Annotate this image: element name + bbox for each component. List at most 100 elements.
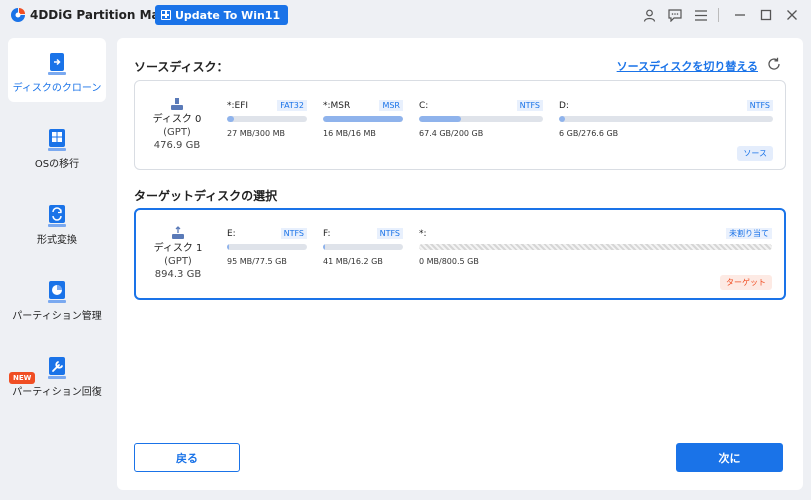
menu-icon: [695, 9, 707, 21]
maximize-icon: [760, 9, 772, 21]
update-to-win11-button[interactable]: Update To Win11: [155, 5, 289, 25]
source-disk-card: ディスク 0 (GPT) 476.9 GB *:EFI FAT32 27 MB/…: [134, 80, 786, 170]
partition-f[interactable]: F: NTFS 41 MB/16.2 GB: [323, 228, 403, 269]
disk-size: 476.9 GB: [153, 140, 201, 151]
sidebar-item-partition-recovery[interactable]: パーティション回復: [8, 342, 106, 406]
partition-c[interactable]: C: NTFS 67.4 GB/200 GB: [419, 100, 543, 141]
sidebar-item-format-convert[interactable]: 形式変換: [8, 190, 106, 254]
window-controls: [634, 5, 803, 25]
partition-name: C:: [419, 101, 429, 111]
refresh-icon[interactable]: [767, 57, 781, 71]
disk-type: (GPT): [164, 256, 192, 267]
partition-size: 95 MB/77.5 GB: [227, 257, 287, 266]
partition-size: 0 MB/800.5 GB: [419, 257, 479, 266]
sidebar-item-label: 形式変換: [37, 235, 77, 246]
source-tag: ソース: [737, 146, 773, 161]
partition-manage-icon: [48, 281, 66, 303]
sidebar-item-label: パーティション回復: [12, 387, 102, 398]
sidebar: ディスクのクローン OSの移行 形式変換 パーティション管理 NEW パーティシ…: [0, 30, 112, 500]
filesystem-badge: NTFS: [376, 228, 403, 239]
maximize-button[interactable]: [755, 5, 777, 25]
sidebar-item-partition-manage[interactable]: パーティション管理: [8, 266, 106, 330]
sidebar-item-label: ディスクのクローン: [12, 83, 102, 94]
app-logo-icon: [11, 8, 25, 22]
filesystem-badge: NTFS: [516, 100, 543, 111]
controls-divider: [718, 8, 719, 22]
feedback-button[interactable]: [664, 5, 686, 25]
title-bar: 4DDiG Partition Manager Update To Win11: [0, 0, 811, 30]
partition-size: 41 MB/16.2 GB: [323, 257, 383, 266]
partition-name: *:MSR: [323, 101, 351, 111]
filesystem-badge: FAT32: [277, 100, 307, 111]
usage-fill: [323, 244, 326, 250]
target-disk-info: ディスク 1 (GPT) 894.3 GB: [146, 226, 210, 281]
sidebar-item-label: パーティション管理: [12, 311, 102, 322]
partition-name: *:EFI: [227, 101, 249, 111]
back-button[interactable]: 戻る: [134, 443, 240, 472]
partition-efi[interactable]: *:EFI FAT32 27 MB/300 MB: [227, 100, 307, 141]
partition-header: C: NTFS: [419, 100, 543, 113]
windows-icon: [161, 10, 171, 20]
partition-name: F:: [323, 229, 331, 239]
disk-size: 894.3 GB: [154, 269, 202, 280]
close-button[interactable]: [781, 5, 803, 25]
disk-name: ディスク 0: [152, 114, 202, 125]
usage-bar: [559, 116, 773, 122]
partition-header: E: NTFS: [227, 228, 307, 241]
usage-bar: [323, 116, 403, 122]
partition-name: E:: [227, 229, 236, 239]
usage-bar: [419, 244, 772, 250]
usage-fill: [227, 244, 230, 250]
usage-bar: [419, 116, 543, 122]
partition-header: F: NTFS: [323, 228, 403, 241]
filesystem-badge: NTFS: [280, 228, 307, 239]
unallocated-badge: 未割り当て: [726, 228, 772, 239]
usage-bar: [227, 116, 307, 122]
partition-name: D:: [559, 101, 569, 111]
disk-clone-icon: [48, 53, 66, 75]
usage-fill: [559, 116, 566, 122]
menu-button[interactable]: [690, 5, 712, 25]
usage-bar: [227, 244, 307, 250]
next-button[interactable]: 次に: [676, 443, 783, 472]
partition-recovery-icon: [48, 357, 66, 379]
disk-icon: [171, 98, 183, 110]
partition-unallocated[interactable]: *: 未割り当て 0 MB/800.5 GB: [419, 228, 772, 269]
source-disk-info: ディスク 0 (GPT) 476.9 GB: [145, 97, 209, 152]
minimize-button[interactable]: [729, 5, 751, 25]
disk-name: ディスク 1: [153, 243, 203, 254]
sidebar-item-disk-clone[interactable]: ディスクのクローン: [8, 38, 106, 102]
switch-source-disk-link[interactable]: ソースディスクを切り替える: [617, 58, 758, 74]
partition-msr[interactable]: *:MSR MSR 16 MB/16 MB: [323, 100, 403, 141]
os-migration-icon: [48, 129, 66, 151]
target-disk-title: ターゲットディスクの選択: [134, 189, 278, 203]
main-panel: ソースディスク： ソースディスクを切り替える ディスク 0 (GPT) 476.…: [117, 38, 803, 490]
partition-header: *:MSR MSR: [323, 100, 403, 113]
minimize-icon: [735, 14, 745, 16]
filesystem-badge: NTFS: [746, 100, 773, 111]
update-label: Update To Win11: [175, 8, 281, 22]
target-tag: ターゲット: [720, 275, 772, 290]
sidebar-item-os-migration[interactable]: OSの移行: [8, 114, 106, 178]
partition-d[interactable]: D: NTFS 6 GB/276.6 GB: [559, 100, 773, 141]
format-convert-icon: [48, 205, 66, 227]
partition-header: *: 未割り当て: [419, 228, 772, 241]
partition-size: 16 MB/16 MB: [323, 129, 376, 138]
partition-e[interactable]: E: NTFS 95 MB/77.5 GB: [227, 228, 307, 269]
filesystem-badge: MSR: [379, 100, 403, 111]
usb-disk-icon: [172, 226, 184, 239]
user-icon: [643, 9, 655, 22]
source-disk-title: ソースディスク：: [134, 60, 229, 74]
sidebar-item-label: OSの移行: [34, 159, 80, 170]
partition-name: *:: [419, 229, 427, 239]
target-disk-card[interactable]: ディスク 1 (GPT) 894.3 GB E: NTFS 95 MB/77.5…: [134, 208, 786, 300]
disk-type: (GPT): [163, 127, 191, 138]
partition-size: 67.4 GB/200 GB: [419, 129, 484, 138]
partition-size: 27 MB/300 MB: [227, 129, 286, 138]
usage-bar: [323, 244, 403, 250]
close-icon: [787, 10, 797, 20]
partition-header: *:EFI FAT32: [227, 100, 307, 113]
partition-size: 6 GB/276.6 GB: [559, 129, 619, 138]
user-button[interactable]: [638, 5, 660, 25]
usage-fill: [227, 116, 235, 122]
